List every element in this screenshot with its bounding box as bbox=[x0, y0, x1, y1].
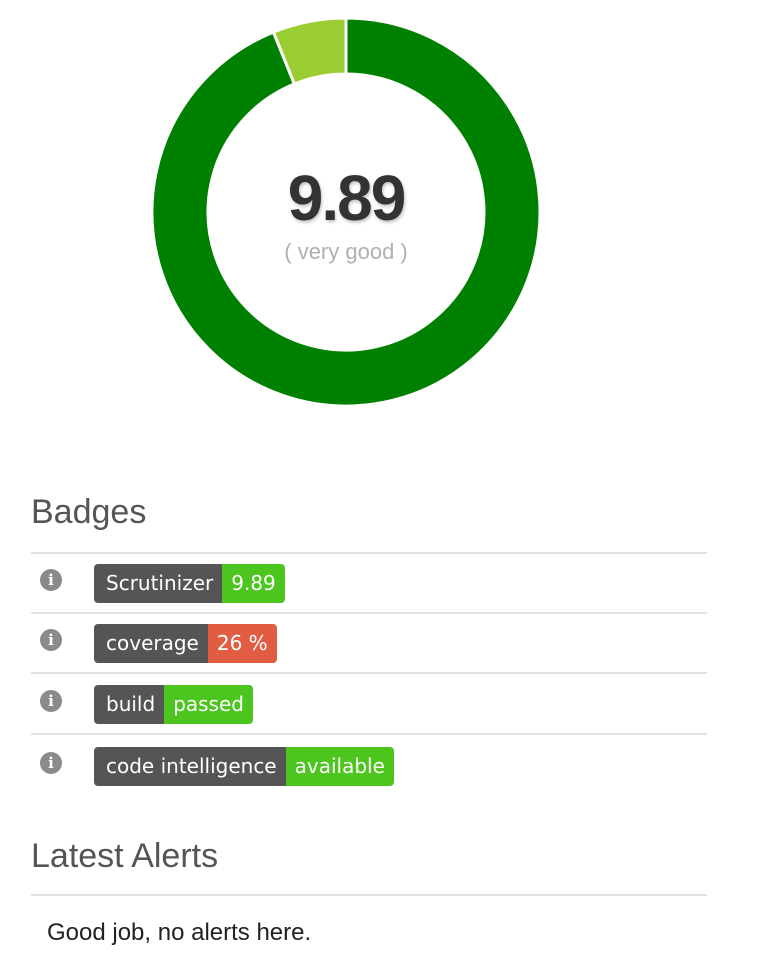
info-circle-icon[interactable]: i bbox=[40, 629, 62, 651]
badge-row-scrutinizer: i Scrutinizer 9.89 bbox=[31, 553, 707, 611]
badge-value: passed bbox=[164, 685, 253, 724]
badge-value: 26 % bbox=[207, 624, 277, 663]
info-circle-icon[interactable]: i bbox=[40, 569, 62, 591]
badge-value: available bbox=[285, 747, 394, 786]
badges-heading: Badges bbox=[31, 493, 147, 531]
score-value: 9.89 bbox=[287, 162, 407, 234]
divider bbox=[31, 894, 707, 896]
coverage-badge[interactable]: coverage 26 % bbox=[94, 624, 277, 663]
badge-row-coverage: i coverage 26 % bbox=[31, 613, 707, 671]
info-circle-icon[interactable]: i bbox=[40, 690, 62, 712]
code-intelligence-badge[interactable]: code intelligence available bbox=[94, 747, 394, 786]
score-rating: ( very good ) bbox=[284, 239, 408, 264]
badge-label: coverage bbox=[94, 624, 208, 663]
info-circle-icon[interactable]: i bbox=[40, 752, 62, 774]
build-badge[interactable]: build passed bbox=[94, 685, 253, 724]
latest-alerts-heading: Latest Alerts bbox=[31, 837, 219, 875]
badge-label: build bbox=[94, 685, 165, 724]
badge-row-build: i build passed bbox=[31, 674, 707, 732]
badge-label: code intelligence bbox=[94, 747, 286, 786]
badge-label: Scrutinizer bbox=[94, 564, 223, 603]
scrutinizer-badge[interactable]: Scrutinizer 9.89 bbox=[94, 564, 285, 603]
divider bbox=[31, 733, 707, 735]
no-alerts-message: Good job, no alerts here. bbox=[47, 919, 312, 946]
badge-row-code-intelligence: i code intelligence available bbox=[31, 736, 707, 794]
badge-value: 9.89 bbox=[222, 564, 285, 603]
